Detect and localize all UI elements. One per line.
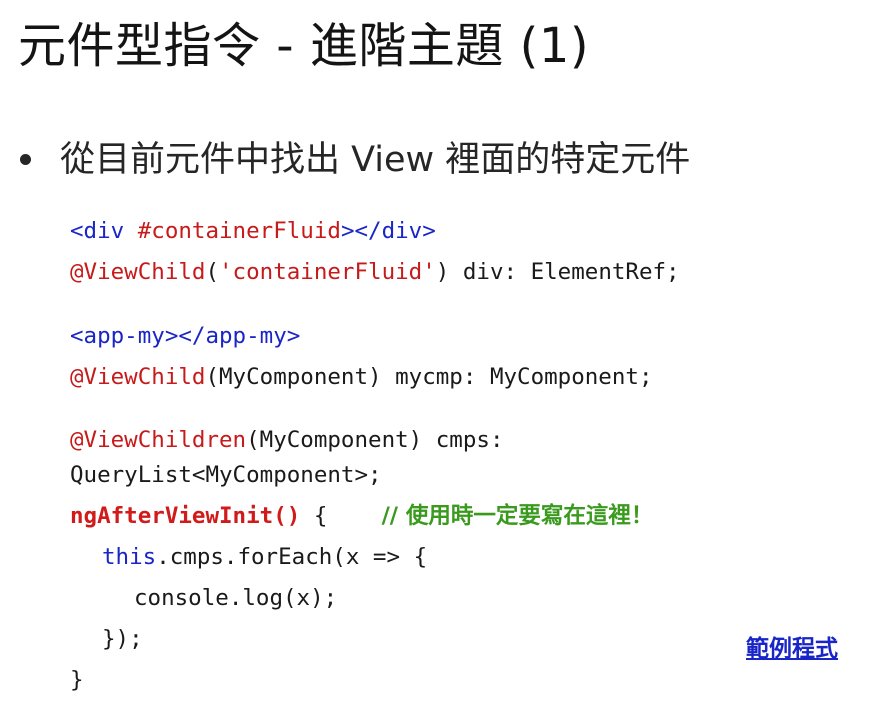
code-line-9: console.log(x); <box>134 581 337 615</box>
code-line-1: <div #containerFluid></div> <box>70 214 436 248</box>
string-arg: 'containerFluid' <box>219 259 436 285</box>
code-line-2: @ViewChild('containerFluid') div: Elemen… <box>70 255 680 289</box>
decorator-viewchild: @ViewChild <box>70 364 206 390</box>
decorator-viewchild: @ViewChild <box>70 259 206 285</box>
bullet-text: 從目前元件中找出 View 裡面的特定元件 <box>60 140 691 180</box>
slide-title: 元件型指令 - 進階主題 (1) <box>18 18 590 74</box>
method-name: ngAfterViewInit() <box>70 503 301 529</box>
code-text: QueryList<MyComponent>; <box>70 462 382 488</box>
code-line-8: this.cmps.forEach(x => { <box>102 540 427 574</box>
code-rest: .cmps.forEach(x => { <box>156 544 428 570</box>
code-line-4: @ViewChild(MyComponent) mycmp: MyCompone… <box>70 360 653 394</box>
code-line-11: } <box>70 663 84 697</box>
code-text: } <box>70 667 84 693</box>
paren-open: ( <box>205 259 220 285</box>
code-rest: (MyComponent) mycmp: MyComponent; <box>205 364 653 390</box>
code-comment: // 使用時一定要寫在這裡！ <box>381 503 654 529</box>
code-text: console.log(x); <box>134 585 338 611</box>
html-tag-close: ></div> <box>340 218 436 244</box>
html-tag-open: <div <box>70 218 125 244</box>
decorator-viewchildren: @ViewChildren <box>70 427 247 453</box>
code-line-3: <app-my></app-my> <box>70 319 300 353</box>
sample-code-link[interactable]: 範例程式 <box>746 632 838 666</box>
code-rest: ) div: ElementRef; <box>435 259 680 285</box>
code-line-10: }); <box>102 622 143 656</box>
bullet-dot-icon <box>20 154 31 165</box>
code-line-5: @ViewChildren(MyComponent) cmps: <box>70 423 504 457</box>
keyword-this: this <box>102 544 157 570</box>
code-rest: (MyComponent) cmps: <box>246 427 504 453</box>
code-line-7: ngAfterViewInit() { // 使用時一定要寫在這裡！ <box>70 499 653 533</box>
code-line-6: QueryList<MyComponent>; <box>70 458 382 492</box>
template-ref: #containerFluid <box>124 218 341 244</box>
html-tag-app-my: <app-my></app-my> <box>70 323 301 349</box>
brace-open: { <box>300 503 382 529</box>
code-text: }); <box>102 626 143 652</box>
